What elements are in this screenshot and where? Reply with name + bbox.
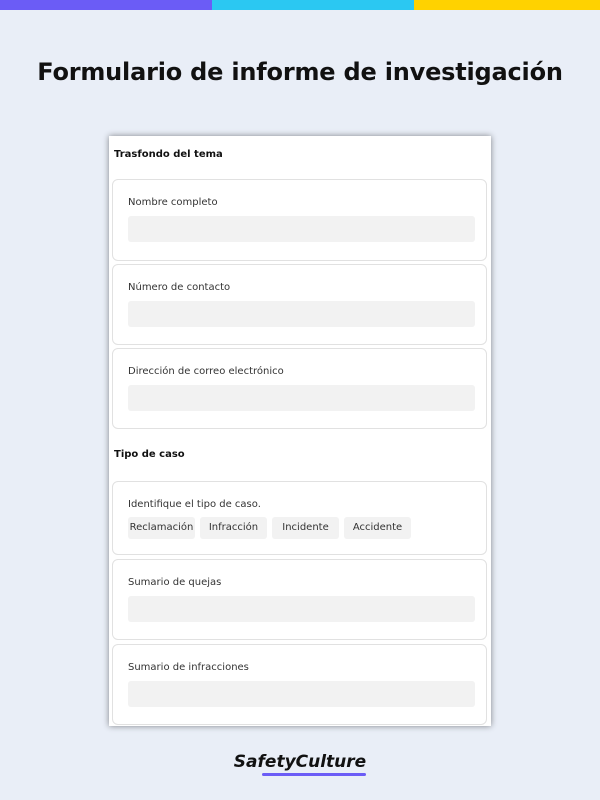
field-label: Dirección de correo electrónico bbox=[128, 366, 284, 377]
field-card-contact-number: Número de contacto bbox=[112, 264, 487, 345]
full-name-input[interactable] bbox=[128, 216, 475, 242]
top-bar-yellow bbox=[414, 0, 600, 10]
field-card-infractions-summary: Sumario de infracciones bbox=[112, 644, 487, 725]
top-color-bar bbox=[0, 0, 600, 10]
complaints-summary-input[interactable] bbox=[128, 596, 475, 622]
field-label: Nombre completo bbox=[128, 197, 218, 208]
case-type-options: Reclamación Infracción Incidente Acciden… bbox=[128, 517, 411, 539]
page-title: Formulario de informe de investigación bbox=[37, 58, 563, 86]
case-type-card: Identifique el tipo de caso. Reclamación… bbox=[112, 481, 487, 555]
form-sheet: Trasfondo del tema Nombre completo Númer… bbox=[109, 136, 491, 726]
case-type-option[interactable]: Incidente bbox=[272, 517, 339, 539]
field-label: Sumario de infracciones bbox=[128, 662, 249, 673]
field-label: Número de contacto bbox=[128, 282, 231, 293]
email-input[interactable] bbox=[128, 385, 475, 411]
infractions-summary-input[interactable] bbox=[128, 681, 475, 707]
top-bar-purple bbox=[0, 0, 212, 10]
field-label: Sumario de quejas bbox=[128, 577, 222, 588]
case-type-question: Identifique el tipo de caso. bbox=[128, 499, 261, 510]
contact-number-input[interactable] bbox=[128, 301, 475, 327]
top-bar-cyan bbox=[212, 0, 414, 10]
field-card-complaints-summary: Sumario de quejas bbox=[112, 559, 487, 640]
safetyculture-logo: SafetyCulture bbox=[233, 752, 367, 772]
case-type-option[interactable]: Infracción bbox=[200, 517, 267, 539]
case-type-option[interactable]: Reclamación bbox=[128, 517, 195, 539]
field-card-email: Dirección de correo electrónico bbox=[112, 348, 487, 429]
field-card-full-name: Nombre completo bbox=[112, 179, 487, 261]
section-heading-background: Trasfondo del tema bbox=[114, 149, 223, 160]
case-type-option[interactable]: Accidente bbox=[344, 517, 411, 539]
section-heading-case-type: Tipo de caso bbox=[114, 449, 185, 460]
logo-underline bbox=[262, 773, 366, 776]
